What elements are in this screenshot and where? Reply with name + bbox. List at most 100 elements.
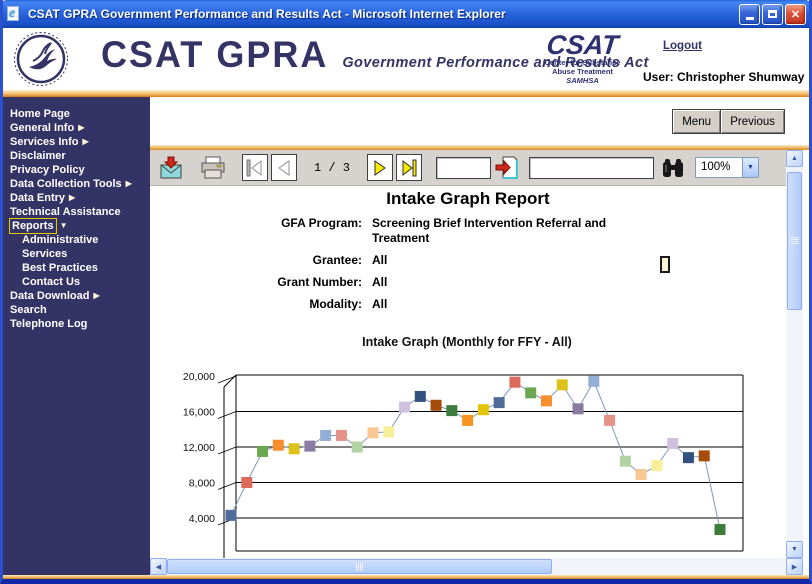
header-divider-bar [3, 90, 809, 97]
sidebar-item-label: Data Entry [10, 191, 65, 205]
window-title: CSAT GPRA Government Performance and Res… [28, 7, 739, 21]
chevron-right-icon: ▶ [82, 137, 88, 146]
field-value: All [372, 253, 387, 268]
sidebar-item-data-collection-tools[interactable]: Data Collection Tools▶ [3, 177, 150, 191]
close-button[interactable]: ✕ [785, 4, 806, 25]
report-viewport: Intake Graph Report GFA Program: Screeni… [150, 186, 786, 558]
page-indicator: 1 / 3 [297, 161, 367, 175]
sidebar-item-general-info[interactable]: General Info ▶ [3, 121, 150, 135]
vertical-scrollbar-thumb[interactable] [787, 172, 802, 310]
chevron-right-icon: ▶ [93, 291, 99, 300]
title-bar: e CSAT GPRA Government Performance and R… [0, 0, 812, 28]
sidebar-item-contact-us[interactable]: Contact Us [3, 275, 150, 289]
sidebar-item-services[interactable]: Services [3, 247, 150, 261]
sidebar-item-technical-assistance[interactable]: Technical Assistance [3, 205, 150, 219]
sidebar-item-label: Data Download [10, 289, 89, 303]
sidebar-item-data-download[interactable]: Data Download ▶ [3, 289, 150, 303]
csat-logo-text: CSAT [539, 32, 627, 58]
sidebar-item-privacy-policy[interactable]: Privacy Policy [3, 163, 150, 177]
goto-page-icon[interactable] [495, 156, 519, 180]
scroll-left-icon[interactable]: ◀ [150, 558, 167, 575]
chevron-down-icon: ▼ [60, 221, 68, 230]
field-label: GFA Program: [150, 216, 362, 246]
last-page-button[interactable] [396, 154, 422, 181]
horizontal-scrollbar-thumb[interactable] [167, 559, 552, 574]
search-text-input[interactable] [529, 157, 654, 179]
sidebar-item-disclaimer[interactable]: Disclaimer [3, 149, 150, 163]
scroll-down-icon[interactable]: ▼ [786, 541, 803, 558]
sidebar-item-label: Administrative [22, 233, 98, 247]
find-binoculars-icon[interactable] [661, 157, 685, 179]
sidebar-item-search[interactable]: Search [3, 303, 150, 317]
field-value: Screening Brief Intervention Referral an… [372, 216, 646, 246]
page-actions: Menu Previous [150, 97, 809, 145]
brand-title: CSAT GPRA [101, 34, 328, 77]
previous-button[interactable]: Previous [720, 109, 785, 134]
sidebar-item-data-entry[interactable]: Data Entry ▶ [3, 191, 150, 205]
sidebar-item-label: Disclaimer [10, 149, 66, 163]
scroll-up-icon[interactable]: ▲ [786, 150, 803, 167]
field-value: All [372, 297, 387, 312]
goto-page-input[interactable] [436, 157, 491, 179]
report-parameters: GFA Program: Screening Brief Interventio… [150, 216, 670, 319]
next-page-button[interactable] [367, 154, 393, 181]
sidebar-item-label: Privacy Policy [10, 163, 85, 177]
sidebar-item-telephone-log[interactable]: Telephone Log [3, 317, 150, 331]
intake-line-chart: Intake Graph (Monthly for FFY - All)20,0… [157, 332, 777, 558]
sidebar-item-reports[interactable]: Reports▼ [3, 219, 150, 233]
chevron-right-icon: ▶ [126, 179, 132, 188]
sidebar-item-home-page[interactable]: Home Page [3, 107, 150, 121]
menu-button[interactable]: Menu [672, 109, 721, 134]
logout-link[interactable]: Logout [663, 40, 702, 52]
current-user-label: User: Christopher Shumway [643, 70, 809, 84]
svg-text:16,000: 16,000 [183, 407, 215, 419]
svg-text:20,000: 20,000 [183, 371, 215, 383]
sidebar-item-label: Services [22, 247, 67, 261]
scrollbar-grip [356, 563, 364, 571]
csat-samhsa-logo: CSAT Center for Substance Abuse Treatmen… [540, 32, 625, 85]
hhs-eagle-logo [13, 31, 69, 87]
sidebar-item-label: Search [10, 303, 47, 317]
chevron-down-icon[interactable]: ▼ [742, 157, 759, 178]
zoom-select[interactable]: 100% ▼ [695, 157, 759, 178]
chevron-right-icon: ▶ [69, 193, 75, 202]
sidebar-item-label: Technical Assistance [10, 205, 121, 219]
internet-explorer-icon: e [6, 6, 23, 23]
export-icon[interactable] [158, 156, 184, 180]
vertical-scrollbar[interactable]: ▲ ▼ [786, 150, 803, 558]
sidebar-item-label: Home Page [10, 107, 70, 121]
report-field-row: Grant Number: All [150, 275, 670, 290]
sidebar-item-label: Services Info [10, 135, 78, 149]
csat-logo-line: Abuse Treatment [540, 67, 625, 76]
minimize-icon [746, 17, 754, 20]
horizontal-scrollbar[interactable]: ◀ ▶ [150, 558, 803, 575]
sidebar-item-label: General Info [10, 121, 74, 135]
maximize-icon [768, 10, 777, 18]
sidebar-item-administrative[interactable]: Administrative [3, 233, 150, 247]
maximize-button[interactable] [762, 4, 783, 25]
report-toolbar: 1 / 3 [150, 150, 786, 186]
report-field-row: Modality: All [150, 297, 670, 312]
sidebar-item-services-info[interactable]: Services Info ▶ [3, 135, 150, 149]
sidebar-item-label: Best Practices [22, 261, 98, 275]
sidebar-menu: Home PageGeneral Info▶Services Info▶Disc… [3, 97, 150, 575]
footer-divider-bar [3, 575, 809, 579]
minimize-button[interactable] [739, 4, 760, 25]
samhsa-logo-text: SAMHSA [540, 76, 625, 85]
first-page-button[interactable] [242, 154, 268, 181]
svg-text:4,000: 4,000 [189, 513, 215, 525]
app-header: CSAT GPRA Government Performance and Res… [3, 28, 809, 90]
chevron-right-icon: ▶ [78, 123, 84, 132]
report-field-row: Grantee: All [150, 253, 670, 268]
print-icon[interactable] [200, 156, 226, 180]
browser-window: e CSAT GPRA Government Performance and R… [0, 0, 812, 584]
svg-text:8,000: 8,000 [189, 478, 215, 490]
previous-page-button[interactable] [271, 154, 297, 181]
svg-text:12,000: 12,000 [183, 442, 215, 454]
sidebar-item-best-practices[interactable]: Best Practices [3, 261, 150, 275]
scroll-right-icon[interactable]: ▶ [786, 558, 803, 575]
field-label: Grantee: [150, 253, 362, 268]
sidebar-item-label: Contact Us [22, 275, 80, 289]
field-value: All [372, 275, 387, 290]
report-title: Intake Graph Report [150, 189, 786, 209]
